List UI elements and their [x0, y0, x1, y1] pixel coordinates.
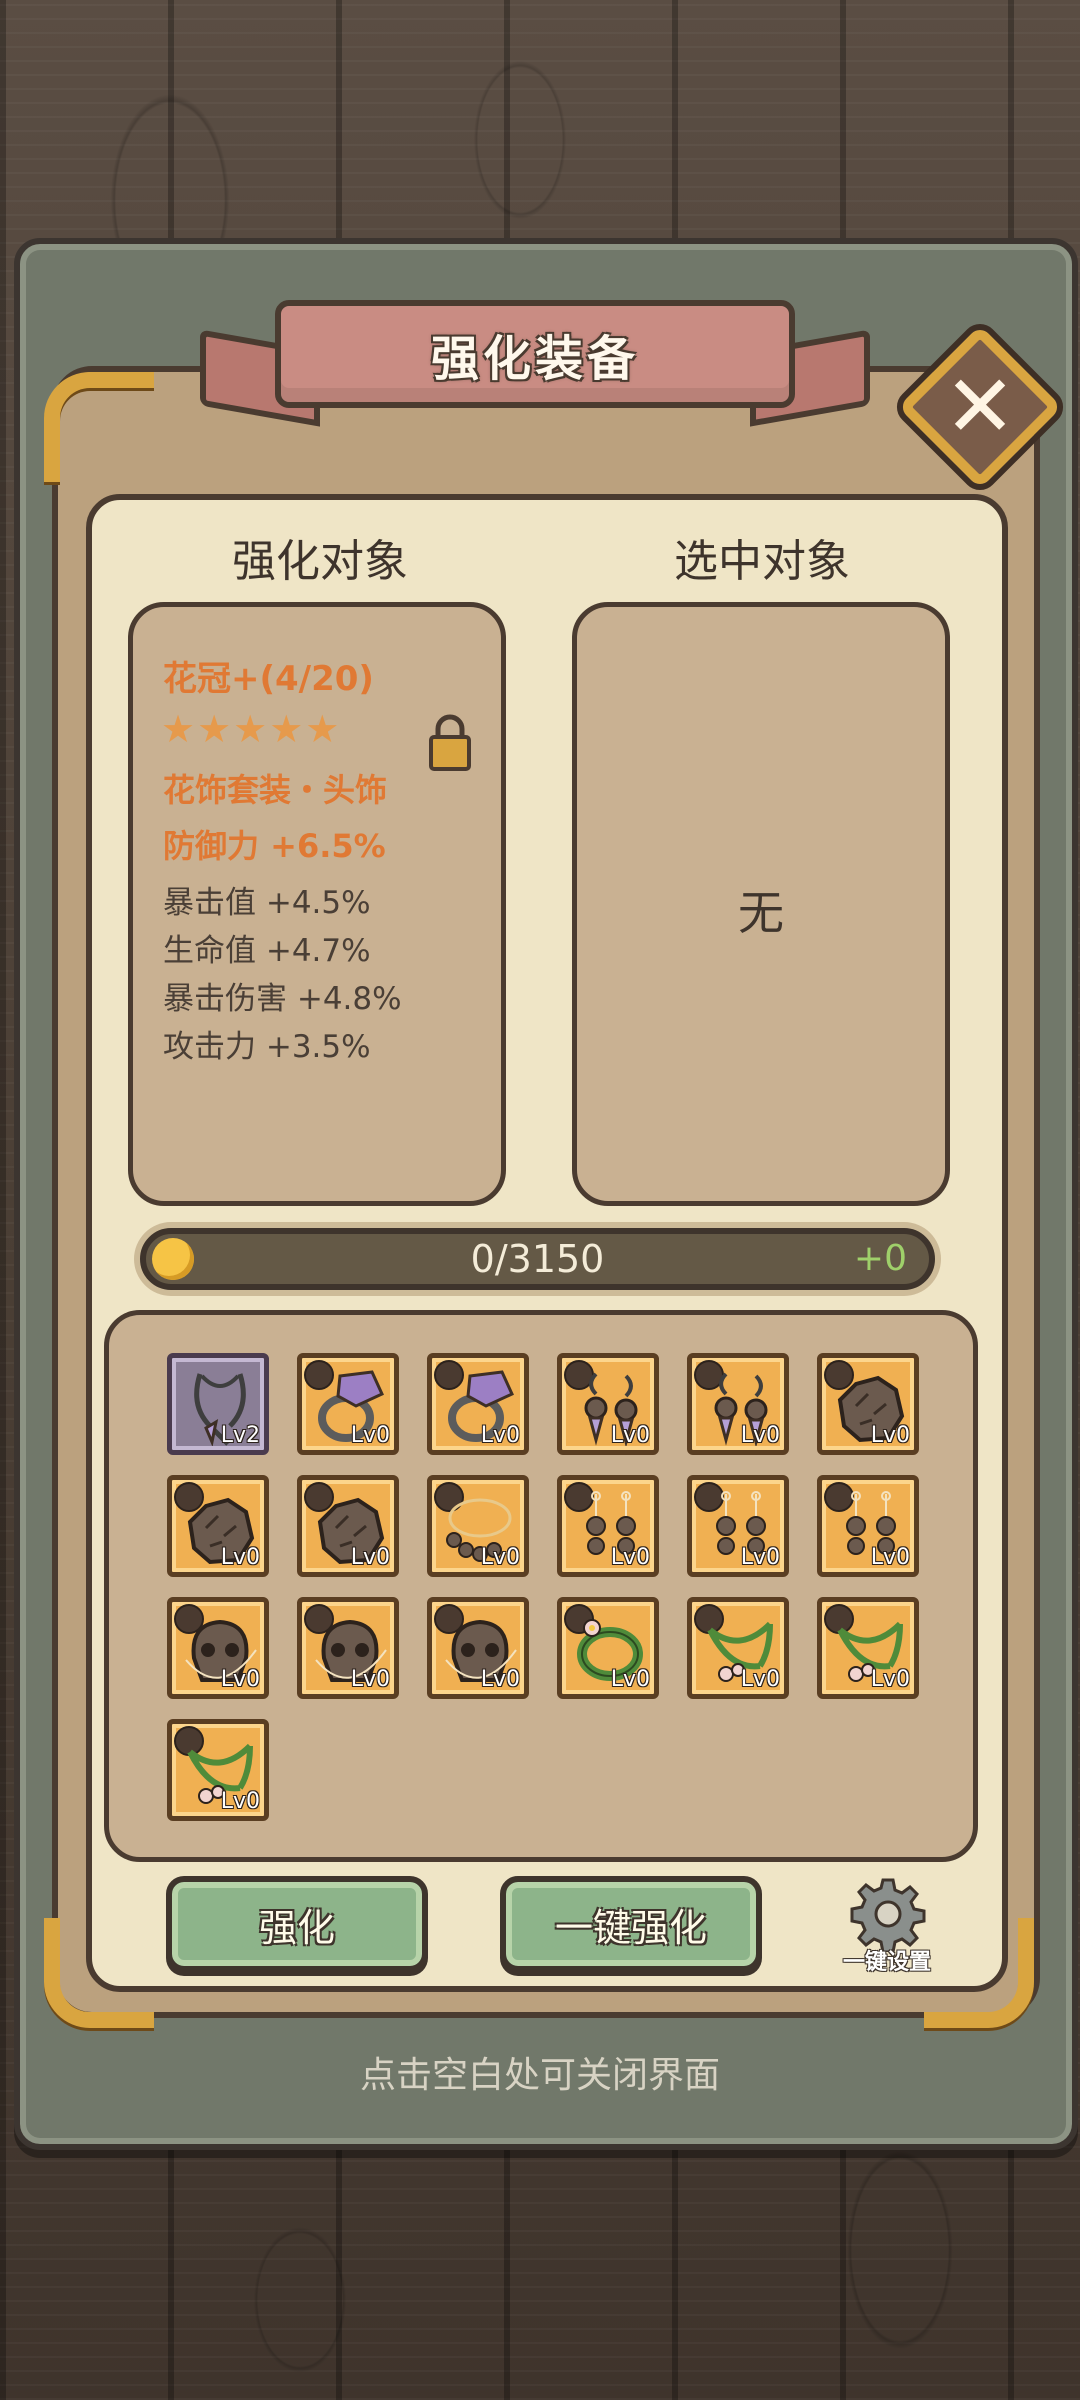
inventory-item-slot[interactable]: Lv0 — [687, 1353, 789, 1455]
inventory-item-slot[interactable]: Lv0 — [427, 1597, 529, 1699]
inventory-item-slot[interactable]: Lv0 — [297, 1475, 399, 1577]
main-stat: 防御力 +6.5% — [163, 827, 386, 865]
item-level: Lv0 — [870, 1667, 910, 1692]
gold-corner-bottom-left — [44, 1918, 154, 2028]
item-level: Lv2 — [220, 1423, 260, 1448]
close-button[interactable]: ✕ — [889, 316, 1071, 498]
item-level: Lv0 — [220, 1789, 260, 1814]
inventory-item-slot[interactable]: Lv0 — [817, 1353, 919, 1455]
sub-stat: 暴击伤害 +4.8% — [163, 981, 402, 1017]
inventory-item-slot[interactable]: Lv0 — [687, 1475, 789, 1577]
item-level: Lv0 — [740, 1423, 780, 1448]
target-card: 花冠+(4/20) ★★★★★ 花饰套装・头饰 防御力 +6.5% 暴击值 +4… — [128, 602, 506, 1206]
item-level: Lv0 — [350, 1545, 390, 1570]
material-grid: Lv2 Lv0 Lv0 Lv0 Lv0 Lv0 Lv0 Lv0 Lv0 Lv0 Lv0 Lv0 Lv0 L… — [104, 1310, 978, 1862]
inventory-item-slot[interactable]: Lv0 — [557, 1475, 659, 1577]
inventory-item-slot[interactable]: Lv0 — [167, 1719, 269, 1821]
gear-icon — [850, 1878, 926, 1952]
settings-label: 一键设置 — [842, 1950, 931, 1975]
sub-stats-list: 暴击值 +4.5% 生命值 +4.7% 暴击伤害 +4.8% 攻击力 +3.5% — [163, 879, 402, 1071]
item-level: Lv0 — [740, 1667, 780, 1692]
item-level: Lv0 — [480, 1423, 520, 1448]
progress-gain: +0 — [853, 1238, 907, 1279]
gold-corner-top-left — [44, 372, 154, 482]
item-level: Lv0 — [350, 1423, 390, 1448]
selected-card: 无 — [572, 602, 950, 1206]
inventory-item-slot[interactable]: Lv0 — [167, 1475, 269, 1577]
target-column-title: 强化对象 — [232, 536, 408, 587]
item-level: Lv0 — [220, 1545, 260, 1570]
enhance-button[interactable]: 强化 — [166, 1876, 428, 1972]
item-level: Lv0 — [740, 1545, 780, 1570]
item-level: Lv0 — [480, 1667, 520, 1692]
inventory-item-slot[interactable]: Lv0 — [427, 1475, 529, 1577]
inventory-item-slot[interactable]: Lv0 — [297, 1597, 399, 1699]
sub-stat: 攻击力 +3.5% — [163, 1029, 371, 1065]
close-icon: ✕ — [943, 357, 1017, 457]
item-level: Lv0 — [870, 1545, 910, 1570]
title-ribbon: 强化装备 — [275, 300, 795, 408]
item-level: Lv0 — [220, 1667, 260, 1692]
inventory-item-slot[interactable]: Lv0 — [297, 1353, 399, 1455]
inventory-item-slot[interactable]: Lv0 — [817, 1475, 919, 1577]
inventory-item-slot[interactable]: Lv0 — [817, 1597, 919, 1699]
inventory-item-slot[interactable]: Lv0 — [167, 1597, 269, 1699]
selected-empty-text: 无 — [738, 886, 784, 940]
inventory-item-slot[interactable]: Lv0 — [427, 1353, 529, 1455]
item-level: Lv0 — [480, 1545, 520, 1570]
inventory-item-slot[interactable]: Lv2 — [167, 1353, 269, 1455]
inventory-item-slot[interactable]: Lv0 — [557, 1597, 659, 1699]
progress-text: 0/3150 — [470, 1237, 605, 1281]
one-key-settings-button[interactable]: 一键设置 — [830, 1876, 940, 1976]
rarity-stars: ★★★★★ — [161, 707, 342, 751]
item-level: Lv0 — [350, 1667, 390, 1692]
inventory-item-slot[interactable]: Lv0 — [687, 1597, 789, 1699]
selected-column-title: 选中对象 — [674, 536, 850, 587]
exp-progress-bar: 0/3150 +0 — [140, 1228, 935, 1290]
item-level: Lv0 — [870, 1423, 910, 1448]
item-level: Lv0 — [610, 1545, 650, 1570]
sub-stat: 生命值 +4.7% — [163, 933, 371, 969]
lock-icon[interactable] — [428, 713, 472, 771]
item-level: Lv0 — [610, 1667, 650, 1692]
dialog-title: 强化装备 — [430, 331, 639, 387]
close-hint: 点击空白处可关闭界面 — [359, 2055, 720, 2096]
item-name: 花冠+(4/20) — [163, 659, 374, 699]
inventory-item-slot[interactable]: Lv0 — [557, 1353, 659, 1455]
item-level: Lv0 — [610, 1423, 650, 1448]
one-key-enhance-button[interactable]: 一键强化 — [500, 1876, 762, 1972]
set-name: 花饰套装・头饰 — [163, 771, 388, 809]
sub-stat: 暴击值 +4.5% — [163, 885, 371, 921]
